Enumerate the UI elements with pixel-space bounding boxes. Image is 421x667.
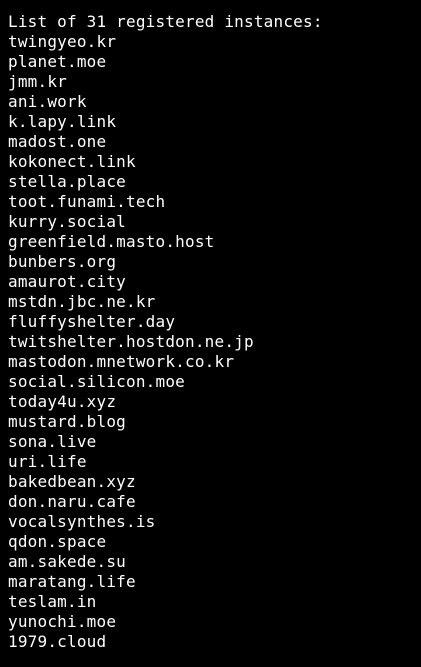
instance-item: mastodon.mnetwork.co.kr xyxy=(8,352,235,371)
instance-item: fluffyshelter.day xyxy=(8,312,176,331)
instance-item: mustard.blog xyxy=(8,412,126,431)
terminal-output: List of 31 registered instances: twingye… xyxy=(0,0,421,667)
instance-item: uri.life xyxy=(8,452,87,471)
instance-item: yunochi.moe xyxy=(8,612,117,631)
instance-item: social.silicon.moe xyxy=(8,372,185,391)
instance-item: madost.one xyxy=(8,132,107,151)
instance-item: planet.moe xyxy=(8,52,107,71)
instance-item: sona.live xyxy=(8,432,97,451)
instance-item: kokonect.link xyxy=(8,152,136,171)
instance-item: 1979.cloud xyxy=(8,632,107,651)
instance-item: today4u.xyz xyxy=(8,392,117,411)
instance-item: teslam.in xyxy=(8,592,97,611)
instance-item: mstdn.jbc.ne.kr xyxy=(8,292,156,311)
instance-item: twitshelter.hostdon.ne.jp xyxy=(8,332,254,351)
instance-item: toot.funami.tech xyxy=(8,192,166,211)
instances-header: List of 31 registered instances: xyxy=(8,12,323,31)
instance-item: qdon.space xyxy=(8,532,107,551)
instance-item: kurry.social xyxy=(8,212,126,231)
instance-item: ani.work xyxy=(8,92,87,111)
instance-item: vocalsynthes.is xyxy=(8,512,156,531)
instance-list: twingyeo.kr planet.moe jmm.kr ani.work k… xyxy=(8,32,421,652)
instance-item: twingyeo.kr xyxy=(8,32,117,51)
instance-item: greenfield.masto.host xyxy=(8,232,215,251)
instance-item: bunbers.org xyxy=(8,252,117,271)
instance-item: don.naru.cafe xyxy=(8,492,136,511)
instance-item: amaurot.city xyxy=(8,272,126,291)
instance-item: bakedbean.xyz xyxy=(8,472,136,491)
instance-item: jmm.kr xyxy=(8,72,67,91)
instance-item: am.sakede.su xyxy=(8,552,126,571)
instance-item: k.lapy.link xyxy=(8,112,117,131)
instance-item: maratang.life xyxy=(8,572,136,591)
instance-item: stella.place xyxy=(8,172,126,191)
